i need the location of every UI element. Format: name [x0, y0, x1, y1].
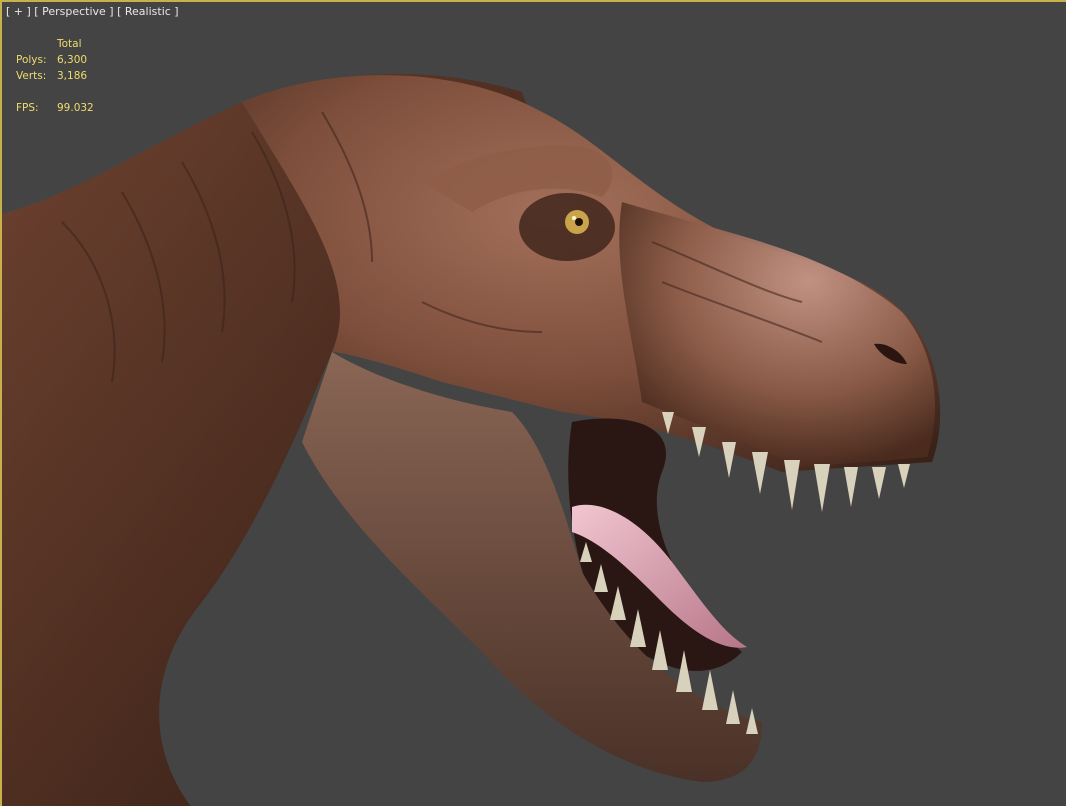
stats-verts-row: Verts: 3,186 — [16, 68, 94, 84]
trex-model-render[interactable] — [2, 2, 1066, 806]
verts-label: Verts: — [16, 70, 47, 82]
verts-value: 3,186 — [57, 70, 88, 82]
fps-value: 99.032 — [57, 102, 94, 114]
polys-value: 6,300 — [57, 54, 88, 66]
polys-label: Polys: — [16, 54, 47, 66]
trex-pupil — [575, 218, 583, 226]
viewport-shading-button[interactable]: [ Realistic ] — [117, 5, 179, 18]
fps-label: FPS: — [16, 102, 39, 114]
stats-polys-row: Polys: 6,300 — [16, 52, 94, 68]
viewport-view-button[interactable]: [ Perspective ] — [34, 5, 113, 18]
viewport-perspective[interactable]: [ + ] [ Perspective ] [ Realistic ] Tota… — [0, 0, 1066, 806]
statistics-overlay: Total Polys: 6,300 Verts: 3,186 FPS: 99.… — [16, 36, 94, 116]
viewport-menu-button[interactable]: [ + ] — [6, 5, 31, 18]
stats-header-row: Total — [16, 36, 94, 52]
viewport-label: [ + ] [ Perspective ] [ Realistic ] — [6, 5, 179, 18]
stats-fps-row: FPS: 99.032 — [16, 100, 94, 116]
stats-header: Total — [57, 38, 82, 50]
